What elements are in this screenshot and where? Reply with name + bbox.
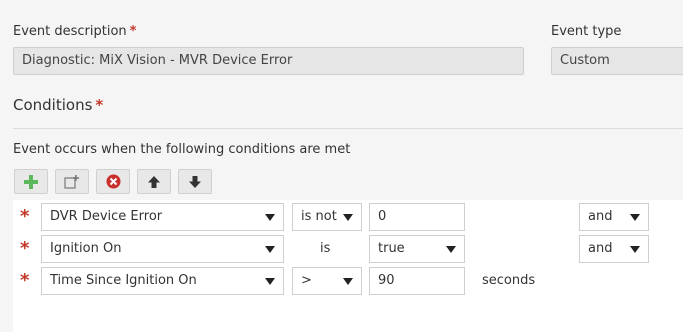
condition-unit-label: seconds <box>482 273 536 288</box>
move-up-icon <box>148 175 160 188</box>
required-marker: * <box>20 206 30 227</box>
condition-value-input[interactable]: 90 <box>369 267 465 295</box>
condition-operator-select[interactable]: is not <box>292 203 362 231</box>
caret-down-icon <box>343 214 353 221</box>
remove-condition-button[interactable] <box>96 169 130 194</box>
add-group-button[interactable] <box>55 169 89 194</box>
condition-field-select[interactable]: Time Since Ignition On <box>41 267 284 295</box>
required-marker: * <box>20 270 30 291</box>
conditions-heading: Conditions * <box>13 96 104 114</box>
condition-field-select[interactable]: Ignition On <box>41 235 284 263</box>
remove-icon <box>106 174 120 189</box>
move-down-button[interactable] <box>178 169 212 194</box>
conditions-intro: Event occurs when the following conditio… <box>13 142 351 157</box>
add-icon <box>24 174 38 189</box>
caret-down-icon <box>630 246 640 253</box>
condition-value-input[interactable]: 0 <box>369 203 465 231</box>
caret-down-icon <box>446 246 456 253</box>
condition-connector-select[interactable]: and <box>579 235 649 263</box>
section-divider <box>13 128 683 129</box>
caret-down-icon <box>343 278 353 285</box>
condition-connector-select[interactable]: and <box>579 203 649 231</box>
condition-operator-text: is <box>320 241 331 256</box>
add-group-icon <box>64 174 79 189</box>
event-description-field[interactable]: Diagnostic: MiX Vision - MVR Device Erro… <box>13 47 524 75</box>
condition-field-select[interactable]: DVR Device Error <box>41 203 284 231</box>
move-up-button[interactable] <box>137 169 171 194</box>
condition-value-select[interactable]: true <box>369 235 465 263</box>
event-type-field[interactable]: Custom <box>551 47 683 75</box>
caret-down-icon <box>265 246 275 253</box>
event-type-label: Event type <box>551 24 622 39</box>
condition-operator-select[interactable]: > <box>292 267 362 295</box>
add-condition-button[interactable] <box>14 169 48 194</box>
caret-down-icon <box>265 278 275 285</box>
move-down-icon <box>189 175 201 188</box>
caret-down-icon <box>265 214 275 221</box>
required-marker: * <box>20 238 30 259</box>
caret-down-icon <box>630 214 640 221</box>
event-description-label: Event description * <box>13 24 137 39</box>
